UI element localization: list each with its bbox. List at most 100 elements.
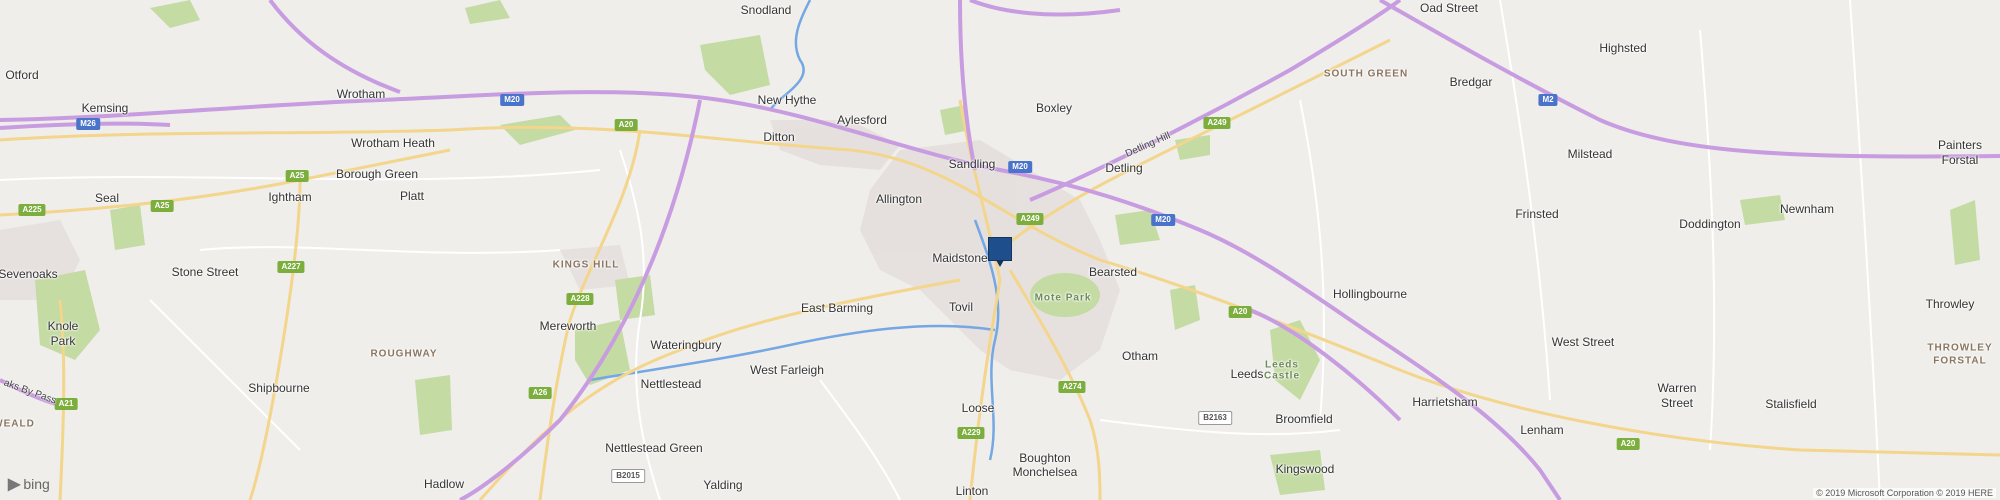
place-label: West Farleigh: [750, 363, 824, 377]
road-shield: M20: [1008, 161, 1032, 173]
road-shield: A25: [285, 170, 309, 182]
place-label: Otford: [5, 68, 39, 82]
road-shield: B2015: [611, 469, 645, 483]
m20-motorway: [0, 90, 1562, 500]
place-label: Linton: [955, 484, 989, 498]
place-label: Milstead: [1567, 147, 1613, 161]
place-label: Boxley: [1035, 101, 1073, 115]
area-label: SOUTH GREEN: [1323, 68, 1409, 80]
bing-logo: ▶ bing: [8, 474, 50, 494]
place-label: Highsted: [1599, 41, 1647, 55]
road-shield: M2: [1538, 94, 1558, 106]
place-label: Seal: [94, 191, 120, 205]
place-label: Oad Street: [1419, 1, 1479, 15]
road-shield: M20: [1151, 214, 1175, 226]
place-label: Otham: [1121, 349, 1159, 363]
bing-icon: ▶: [8, 476, 21, 493]
place-label: New Hythe: [757, 93, 817, 107]
place-label: Nettlestead Green: [605, 441, 703, 455]
place-label: Allington: [875, 192, 923, 206]
road-shield: A26: [528, 387, 552, 399]
place-label: Doddington: [1679, 217, 1741, 231]
a227-road: [248, 179, 302, 500]
place-label: Broomfield: [1275, 412, 1333, 426]
road-shield: A25: [150, 200, 174, 212]
area-label: KINGS HILL: [552, 259, 620, 271]
road-shield: A229: [957, 427, 985, 439]
place-label: Wrotham Heath: [351, 136, 435, 150]
place-label: Street: [1660, 396, 1694, 410]
a26-road: [478, 278, 961, 500]
place-label: East Barming: [800, 301, 874, 315]
road-shield: A228: [566, 293, 594, 305]
map-canvas[interactable]: SOUTH GREEN KINGS HILL ROUGHWAY WEALD Mote P…: [0, 0, 2000, 500]
place-label: Frinsted: [1515, 207, 1559, 221]
place-label: Stalisfield: [1765, 397, 1817, 411]
place-label: Wateringbury: [650, 338, 722, 352]
road-shield: M26: [76, 118, 100, 130]
place-label: Yalding: [703, 478, 743, 492]
place-label: Leeds: [1230, 367, 1264, 381]
place-label: Nettlestead: [640, 377, 702, 391]
woodland-patch: [110, 205, 145, 250]
woodland-patch: [500, 115, 575, 145]
place-label: Boughton: [1019, 451, 1071, 465]
area-label: Mote Park: [1034, 292, 1092, 304]
place-label: Warren: [1657, 381, 1697, 395]
place-label: Mereworth: [539, 319, 597, 333]
place-label: Tovil: [948, 300, 974, 314]
place-label: Hollingbourne: [1332, 287, 1408, 301]
area-label: ROUGHWAY: [370, 348, 438, 360]
woodland-patch: [1740, 195, 1785, 225]
area-label: THROWLEY: [1927, 342, 1993, 354]
place-label: Knole: [47, 319, 79, 333]
place-label: Forstal: [1941, 153, 1979, 167]
place-label: West Street: [1551, 335, 1615, 349]
place-label: Platt: [399, 189, 425, 203]
place-label: Detling: [1105, 161, 1143, 175]
place-label: Stone Street: [171, 265, 239, 279]
place-label: Harrietsham: [1412, 395, 1478, 409]
place-label: Ditton: [763, 130, 795, 144]
road-shield: A249: [1203, 117, 1231, 129]
place-label: Aylesford: [837, 113, 887, 127]
road-shield: A21: [54, 398, 78, 410]
area-label: Castle: [1263, 370, 1301, 382]
place-label: Throwley: [1925, 297, 1975, 311]
place-label: Borough Green: [335, 167, 419, 181]
m20-link: [268, 0, 401, 94]
place-label: Monchelsea: [1012, 465, 1078, 479]
woodland-patch: [700, 35, 770, 95]
place-label: Snodland: [740, 3, 792, 17]
north-ring: [969, 0, 1121, 17]
a25-road: [0, 148, 451, 217]
road-shield: A20: [1616, 438, 1640, 450]
a249-dual: [1029, 0, 1402, 202]
place-label: Loose: [961, 401, 995, 415]
place-label: Wrotham: [336, 87, 386, 101]
place-label: Kemsing: [81, 101, 129, 115]
place-label: Bearsted: [1088, 265, 1138, 279]
area-label: Leeds: [1265, 359, 1299, 371]
woodland-patch: [415, 375, 452, 435]
woodland-patch: [1950, 200, 1980, 265]
area-label: WEALD: [0, 418, 35, 430]
location-pin-marker[interactable]: [988, 237, 1012, 267]
place-label: Bredgar: [1449, 75, 1493, 89]
place-label: Shipbourne: [248, 381, 310, 395]
bing-wordmark: bing: [23, 476, 50, 492]
road-shield: A225: [18, 204, 46, 216]
woodland-patch: [465, 0, 510, 24]
place-label: Park: [50, 334, 76, 348]
road-shield: A20: [1228, 306, 1252, 318]
woodland-patch: [150, 0, 200, 28]
place-label: Painters: [1937, 138, 1983, 152]
place-label: Kingswood: [1275, 462, 1335, 476]
road-shield: A274: [1058, 381, 1086, 393]
place-label: Ightham: [268, 190, 312, 204]
road-shield: M20: [500, 94, 524, 106]
place-label: Maidstone: [932, 251, 988, 265]
road-shield: A227: [277, 261, 305, 273]
place-label: Sandling: [948, 157, 996, 171]
road-shield: A249: [1016, 213, 1044, 225]
